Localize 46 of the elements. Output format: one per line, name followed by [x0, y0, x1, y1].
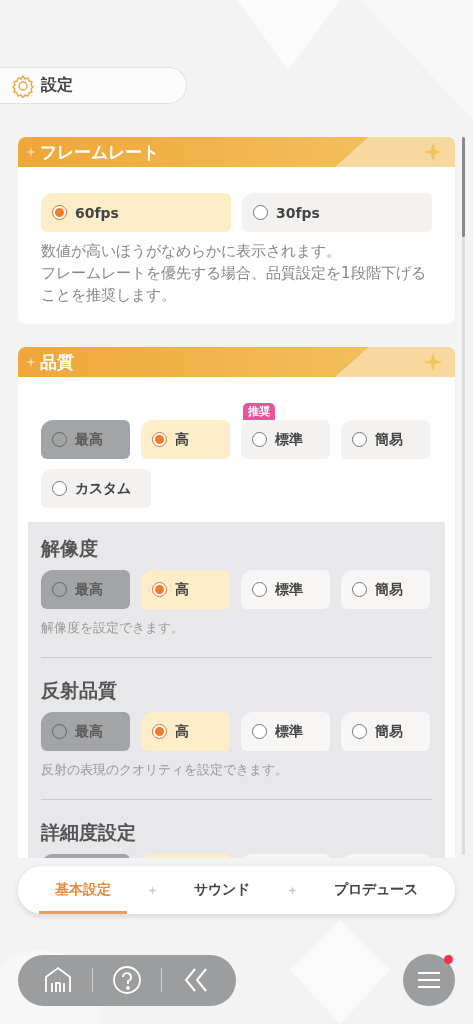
option-button[interactable]: 標準 — [241, 570, 330, 609]
description-text: 反射の表現のクオリティを設定できます。 — [41, 761, 289, 779]
radio-icon — [52, 481, 67, 496]
page-title: 設定 — [41, 75, 73, 96]
option-button[interactable]: 標準 — [241, 420, 330, 459]
option-button[interactable]: 高 — [141, 420, 230, 459]
sparkle-icon — [26, 357, 36, 367]
radio-icon — [152, 582, 167, 597]
option-button[interactable]: 高 — [141, 570, 230, 609]
radio-icon — [252, 432, 267, 447]
radio-icon — [152, 432, 167, 447]
sparkle-icon — [148, 885, 158, 895]
radio-icon — [352, 724, 367, 739]
option-button[interactable]: 高 — [141, 712, 230, 751]
option-button[interactable]: 簡易 — [341, 712, 430, 751]
description-text: 解像度を設定できます。 — [41, 619, 185, 637]
menu-button[interactable] — [403, 954, 455, 1006]
sparkle-icon — [423, 142, 443, 162]
option-button[interactable]: 30fps — [242, 193, 432, 232]
tab[interactable]: プロデュース — [318, 866, 435, 914]
option-button[interactable]: 標準 — [241, 712, 330, 751]
section-header: 品質 — [18, 347, 455, 377]
setting-title: 反射品質 — [41, 678, 118, 703]
radio-icon — [152, 724, 167, 739]
setting-title: 詳細度設定 — [41, 820, 137, 845]
recommended-badge: 推奨 — [243, 403, 275, 420]
sparkle-icon — [287, 885, 297, 895]
option-button[interactable]: 簡易 — [341, 570, 430, 609]
radio-icon — [352, 432, 367, 447]
radio-icon — [253, 205, 268, 220]
option-button[interactable]: 簡易 — [341, 420, 430, 459]
tab[interactable]: サウンド — [178, 866, 267, 914]
section-header: フレームレート — [18, 137, 455, 167]
radio-icon — [352, 582, 367, 597]
option-button[interactable]: 60fps — [41, 193, 231, 232]
description-text: フレームレートを優先する場合、品質設定を1段階下げることを推奨します。 — [41, 263, 427, 306]
sparkle-icon — [423, 352, 443, 372]
radio-icon — [252, 724, 267, 739]
radio-icon — [52, 205, 67, 220]
sparkle-icon — [26, 147, 36, 157]
gear-icon — [11, 73, 35, 98]
description-text: 数値が高いほうがなめらかに表示されます。 — [41, 241, 342, 262]
radio-icon — [252, 582, 267, 597]
option-button[interactable]: カスタム — [41, 469, 151, 508]
setting-title: 解像度 — [41, 536, 99, 561]
menu-icon — [418, 971, 440, 989]
